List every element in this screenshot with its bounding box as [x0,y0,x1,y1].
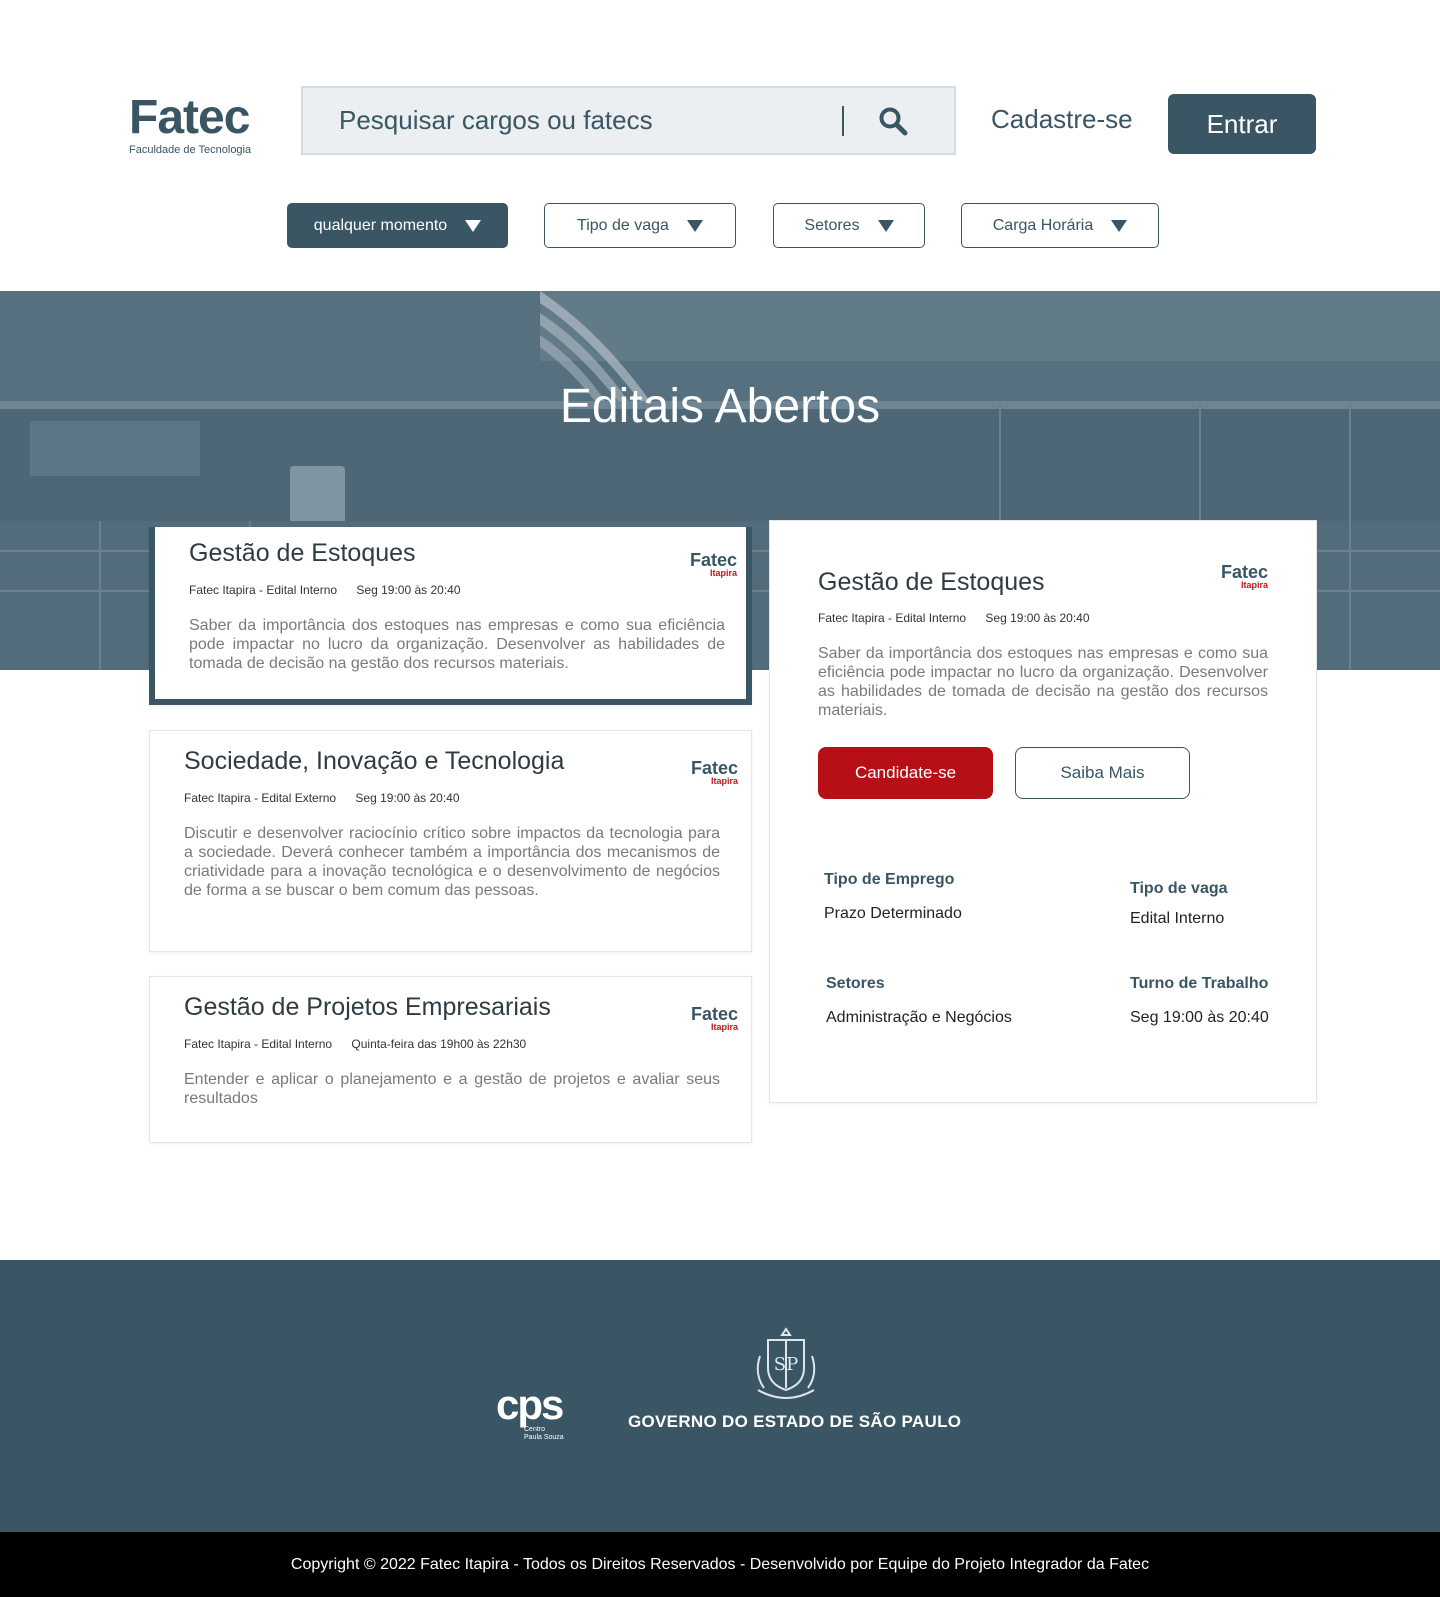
fatec-itapira-logo: Fatec Itapira [688,759,738,786]
svg-text:SP: SP [774,1354,798,1375]
cps-logo-mark: cps [496,1381,564,1428]
chevron-down-icon [1111,219,1128,232]
centro-paula-souza-logo[interactable]: cps Centro Paula Souza [496,1384,564,1442]
listing-description: Discutir e desenvolver raciocínio crític… [184,825,720,899]
detail-description: Saber da importância dos estoques nas em… [818,645,1268,719]
search-divider [842,105,844,136]
apply-button[interactable]: Candidate-se [818,747,993,799]
filter-label: Setores [804,216,860,234]
listing-description: Entender e aplicar o planejamento e a ge… [184,1071,720,1107]
listing-card[interactable]: Gestão de Estoques Fatec Itapira - Edita… [149,527,752,705]
listing-edital: Fatec Itapira - Edital Interno [184,1037,333,1051]
login-button[interactable]: Entrar [1168,94,1316,154]
cps-caption-line2: Paula Souza [524,1434,564,1441]
mini-logo-title: Fatec [690,758,738,778]
listing-title: Gestão de Estoques [189,539,416,567]
logo-subtitle: Faculdade de Tecnologia [129,144,252,156]
detail-meta: Fatec Itapira - Edital Interno Seg 19:00… [818,611,1090,625]
filter-sectors[interactable]: Setores [773,203,925,248]
listing-meta: Fatec Itapira - Edital Interno Quinta-fe… [184,1037,526,1051]
signup-link[interactable]: Cadastre-se [991,104,1133,135]
chevron-down-icon [465,219,482,232]
filter-label: qualquer momento [313,216,448,234]
employment-type-label: Tipo de Emprego [824,871,955,888]
listing-edital: Fatec Itapira - Edital Externo [184,791,337,805]
listing-card[interactable]: Gestão de Projetos Empresariais Fatec It… [149,976,752,1143]
search-icon[interactable] [878,106,908,136]
sectors-label: Setores [826,975,885,992]
learn-more-button[interactable]: Saiba Mais [1015,747,1190,799]
listing-schedule: Seg 19:00 às 20:40 [355,791,460,805]
filter-label: Carga Horária [992,216,1094,234]
filter-workload[interactable]: Carga Horária [961,203,1159,248]
logo-title: Fatec [129,91,250,144]
search-input[interactable]: Pesquisar cargos ou fatecs [303,105,842,136]
detail-schedule: Seg 19:00 às 20:40 [985,611,1090,625]
mini-logo-subtitle: Itapira [709,568,737,578]
job-type-label: Tipo de vaga [1130,880,1228,897]
listing-edital: Fatec Itapira - Edital Interno [189,583,338,597]
detail-edital: Fatec Itapira - Edital Interno [818,611,967,625]
listing-description: Saber da importância dos estoques nas em… [189,617,725,672]
fatec-itapira-logo: Fatec Itapira [687,551,737,578]
sao-paulo-crest-icon: SP [756,1327,816,1399]
employment-type-value: Prazo Determinado [824,905,962,922]
mini-logo-title: Fatec [689,550,737,570]
mini-logo-title: Fatec [1220,562,1268,582]
search-bar[interactable]: Pesquisar cargos ou fatecs [301,86,956,155]
mini-logo-subtitle: Itapira [710,1022,738,1032]
chevron-down-icon [877,219,894,232]
filter-job-type[interactable]: Tipo de vaga [544,203,736,248]
listing-card[interactable]: Sociedade, Inovação e Tecnologia Fatec I… [149,730,752,952]
fatec-logo[interactable]: Fatec Faculdade de Tecnologia [129,91,269,157]
shift-value: Seg 19:00 às 20:40 [1130,1009,1269,1026]
footer: cps Centro Paula Souza SP GOVERNO DO EST… [0,1260,1440,1532]
filter-label: Tipo de vaga [577,216,669,234]
mini-logo-subtitle: Itapira [710,776,738,786]
job-type-value: Edital Interno [1130,910,1225,927]
mini-logo-title: Fatec [690,1004,738,1024]
chevron-down-icon [686,219,703,232]
listing-schedule: Seg 19:00 às 20:40 [356,583,461,597]
listing-meta: Fatec Itapira - Edital Externo Seg 19:00… [184,791,460,805]
listing-schedule: Quinta-feira das 19h00 às 22h30 [351,1037,527,1051]
mini-logo-subtitle: Itapira [1240,580,1268,590]
fatec-itapira-logo: Fatec Itapira [688,1005,738,1032]
filter-any-time[interactable]: qualquer momento [287,203,508,248]
copyright-text: Copyright © 2022 Fatec Itapira - Todos o… [290,1555,1150,1573]
sectors-value: Administração e Negócios [826,1009,1012,1026]
fatec-itapira-logo: Fatec Itapira [1218,563,1268,590]
job-detail-panel: Gestão de Estoques Fatec Itapira Fatec I… [769,520,1317,1103]
detail-title: Gestão de Estoques [818,568,1045,596]
shift-label: Turno de Trabalho [1130,975,1269,992]
government-title: GOVERNO DO ESTADO DE SÃO PAULO [628,1412,962,1431]
copyright-bar: Copyright © 2022 Fatec Itapira - Todos o… [0,1532,1440,1597]
listing-meta: Fatec Itapira - Edital Interno Seg 19:00… [189,583,461,597]
listing-title: Gestão de Projetos Empresariais [184,993,551,1021]
listing-title: Sociedade, Inovação e Tecnologia [184,747,565,775]
hero-title: Editais Abertos [559,380,881,433]
